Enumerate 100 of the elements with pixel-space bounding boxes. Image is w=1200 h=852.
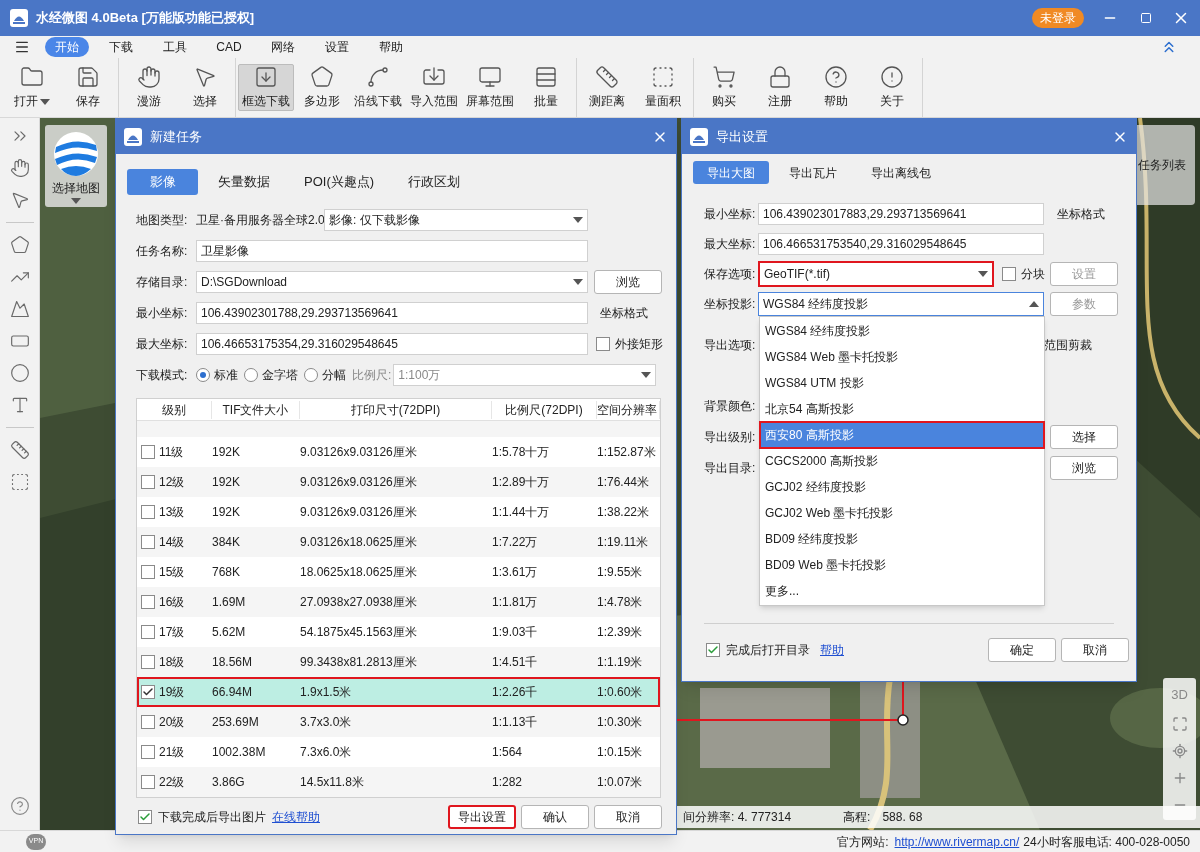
fullscreen-icon[interactable] <box>1171 715 1188 732</box>
table-row[interactable]: 22级 3.86G 14.5x11.8米 1:282 1:0.07米 <box>137 767 660 797</box>
help-link[interactable]: 在线帮助 <box>272 808 320 826</box>
maximize-icon[interactable] <box>1140 12 1152 24</box>
tab[interactable]: 矢量数据 <box>204 169 284 195</box>
map-picker-button[interactable]: 选择地图 <box>45 125 107 207</box>
toolbar-button[interactable]: 关于 <box>864 64 920 111</box>
menu-item[interactable]: 开始 <box>45 37 89 57</box>
polygon-icon[interactable] <box>9 235 30 255</box>
checkbox[interactable] <box>141 775 155 789</box>
measure-area-icon[interactable] <box>9 472 30 492</box>
button[interactable]: 导出设置 <box>448 805 516 829</box>
save-option-select[interactable]: GeoTIF(*.tif) <box>758 261 994 287</box>
button[interactable]: 确认 <box>521 805 589 829</box>
dropdown-option[interactable]: GCJ02 经纬度投影 <box>760 474 1044 500</box>
dropdown-option[interactable]: GCJ02 Web 墨卡托投影 <box>760 500 1044 526</box>
tab[interactable]: 导出离线包 <box>857 161 945 184</box>
toolbar-button[interactable]: 保存 <box>60 64 116 111</box>
checkbox[interactable] <box>706 643 720 657</box>
toolbar-button[interactable]: 导入范围 <box>406 64 462 111</box>
checkbox[interactable] <box>138 810 152 824</box>
dropdown-option[interactable]: WGS84 经纬度投影 <box>760 318 1044 344</box>
menu-item[interactable]: 网络 <box>261 37 305 57</box>
tab[interactable]: POI(兴趣点) <box>290 169 389 195</box>
table-row[interactable]: 19级 66.94M 1.9x1.5米 1:2.26千 1:0.60米 <box>137 677 660 707</box>
tab[interactable]: 导出瓦片 <box>775 161 851 184</box>
menu-item[interactable]: CAD <box>206 37 252 57</box>
dropdown-option[interactable]: WGS84 Web 墨卡托投影 <box>760 344 1044 370</box>
dropdown-option[interactable]: 更多... <box>760 578 1044 604</box>
checkbox[interactable] <box>141 655 155 669</box>
checkbox[interactable] <box>141 535 155 549</box>
min-coordinate-field[interactable]: 106.43902301788,29.293713569641 <box>196 302 588 324</box>
checkbox[interactable] <box>141 505 155 519</box>
radio-button[interactable] <box>244 368 258 382</box>
table-row[interactable]: 20级 253.69M 3.7x3.0米 1:1.13千 1:0.30米 <box>137 707 660 737</box>
scale-select[interactable]: 1:100万 <box>393 364 656 386</box>
dropdown-option[interactable]: 北京54 高斯投影 <box>760 396 1044 422</box>
toolbar-button[interactable]: 帮助 <box>808 64 864 111</box>
toolbar-button[interactable]: 框选下载 <box>238 64 294 111</box>
help-link[interactable]: 帮助 <box>820 641 844 659</box>
circle-icon[interactable] <box>9 363 30 383</box>
table-row[interactable]: 18级 18.56M 99.3438x81.2813厘米 1:4.51千 1:1.19米 <box>137 647 660 677</box>
toolbar-button[interactable]: 屏幕范围 <box>462 64 518 111</box>
checkbox[interactable] <box>141 625 155 639</box>
projection-select[interactable]: WGS84 经纬度投影 <box>758 292 1044 316</box>
ruler-icon[interactable] <box>9 440 30 460</box>
toolbar-button[interactable]: 选择 <box>177 64 233 111</box>
help-icon[interactable] <box>9 796 30 816</box>
button[interactable]: 浏览 <box>1050 455 1118 480</box>
radio-button[interactable] <box>304 368 318 382</box>
max-coordinate-field[interactable]: 106.466531753540,29.316029548645 <box>758 233 1044 255</box>
table-row[interactable]: 14级 384K 9.03126x18.0625厘米 1:7.22万 1:19.11米 <box>137 527 660 557</box>
max-coordinate-field[interactable]: 106.46653175354,29.316029548645 <box>196 333 588 355</box>
menu-item[interactable]: 设置 <box>315 37 359 57</box>
menu-item[interactable]: 下载 <box>99 37 143 57</box>
checkbox[interactable] <box>141 745 155 759</box>
button[interactable]: 浏览 <box>594 270 662 294</box>
toolbar-button[interactable]: 打开 <box>4 64 60 111</box>
toolbar-button[interactable]: 多边形 <box>294 64 350 111</box>
dropdown-option[interactable]: CGCS2000 高斯投影 <box>760 448 1044 474</box>
checkbox[interactable] <box>1002 267 1016 281</box>
table-row[interactable]: 12级 192K 9.03126x9.03126厘米 1:2.89十万 1:76.44米 <box>137 467 660 497</box>
dropdown-option[interactable]: 西安80 高斯投影 <box>760 422 1044 448</box>
radio-button[interactable] <box>196 368 210 382</box>
tab[interactable]: 行政区划 <box>394 169 475 195</box>
dropdown-option[interactable]: BD09 经纬度投影 <box>760 526 1044 552</box>
checkbox[interactable] <box>141 475 155 489</box>
toolbar-button[interactable]: 批量 <box>518 64 574 111</box>
checkbox[interactable] <box>141 445 155 459</box>
dropdown-option[interactable]: WGS84 UTM 投影 <box>760 370 1044 396</box>
checkbox[interactable] <box>141 595 155 609</box>
task-list-button[interactable]: 任务列表 <box>1137 125 1195 205</box>
menu-item[interactable]: 工具 <box>153 37 197 57</box>
table-row[interactable]: 16级 1.69M 27.0938x27.0938厘米 1:1.81万 1:4.78米 <box>137 587 660 617</box>
checkbox[interactable] <box>596 337 610 351</box>
checkbox[interactable] <box>141 715 155 729</box>
task-name-field[interactable]: 卫星影像 <box>196 240 588 262</box>
toolbar-button[interactable]: 注册 <box>752 64 808 111</box>
save-directory-select[interactable]: D:\SGDownload <box>196 271 588 293</box>
toolbar-button[interactable]: 购买 <box>696 64 752 111</box>
toolbar-button[interactable]: 量面积 <box>635 64 691 111</box>
area-icon[interactable] <box>9 299 30 319</box>
website-link[interactable]: http://www.rivermap.cn/ <box>894 832 1020 851</box>
checkbox[interactable] <box>141 685 155 699</box>
button[interactable]: 取消 <box>1061 638 1129 662</box>
menu-item[interactable]: 帮助 <box>369 37 413 57</box>
checkbox[interactable] <box>141 565 155 579</box>
locate-icon[interactable] <box>1171 742 1188 759</box>
button[interactable]: 取消 <box>594 805 662 829</box>
tab[interactable]: 导出大图 <box>693 161 769 184</box>
toolbar-button[interactable]: 漫游 <box>121 64 177 111</box>
map-type-select[interactable]: 影像: 仅下载影像 <box>324 209 588 231</box>
button[interactable]: 确定 <box>988 638 1056 662</box>
dropdown-option[interactable]: BD09 Web 墨卡托投影 <box>760 552 1044 578</box>
menu-icon[interactable] <box>14 39 30 55</box>
toolbar-button[interactable]: 测距离 <box>579 64 635 111</box>
min-coordinate-field[interactable]: 106.439023017883,29.293713569641 <box>758 203 1044 225</box>
hand-icon[interactable] <box>9 158 30 178</box>
button[interactable]: 选择 <box>1050 424 1118 449</box>
toolbar-button[interactable]: 沿线下载 <box>350 64 406 111</box>
